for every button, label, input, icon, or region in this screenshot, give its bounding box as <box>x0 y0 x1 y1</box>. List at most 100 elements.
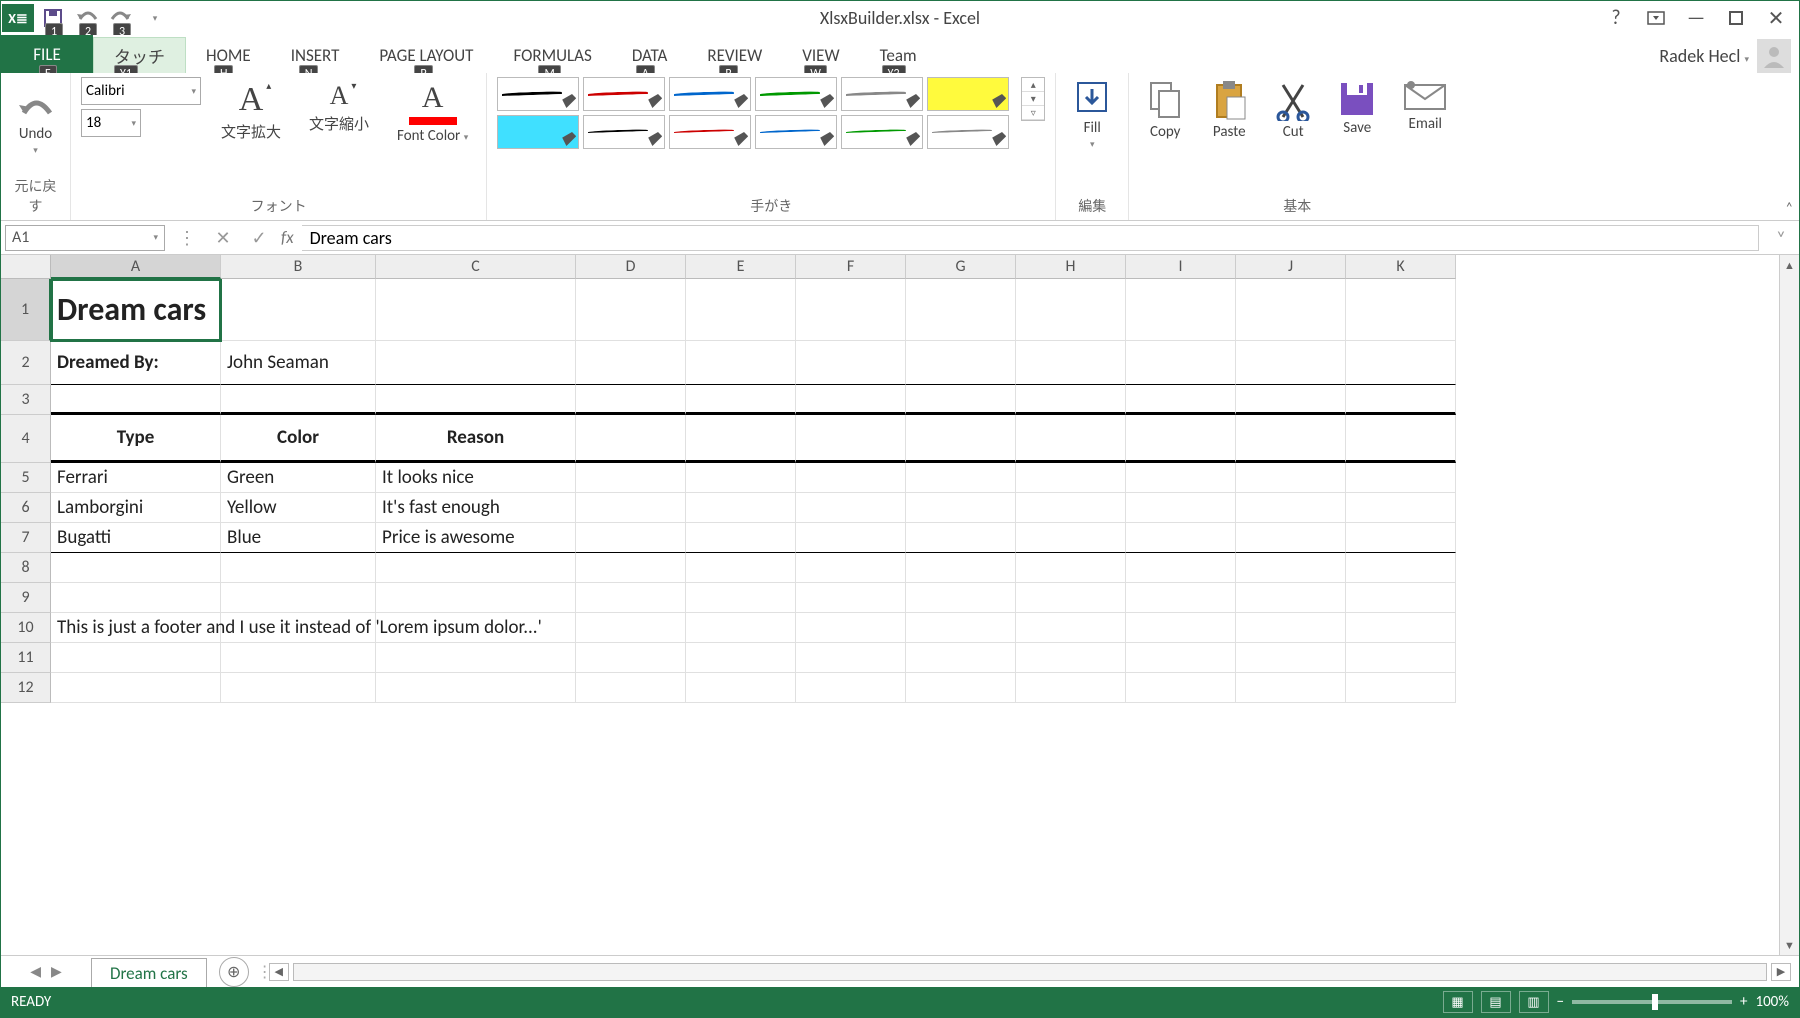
column-header-D[interactable]: D <box>576 255 686 279</box>
cell-A5[interactable]: Ferrari <box>51 463 221 493</box>
cell[interactable] <box>1236 279 1346 341</box>
cell[interactable] <box>1016 493 1126 523</box>
tab-insert[interactable]: INSERT N <box>271 37 360 73</box>
cell[interactable] <box>576 673 686 703</box>
cell[interactable] <box>1236 613 1346 643</box>
cell[interactable] <box>796 673 906 703</box>
cell[interactable] <box>686 279 796 341</box>
cell[interactable] <box>1126 493 1236 523</box>
cell[interactable] <box>686 341 796 385</box>
row-header-4[interactable]: 4 <box>1 415 51 463</box>
cell[interactable] <box>221 385 376 415</box>
cell[interactable] <box>221 553 376 583</box>
column-header-C[interactable]: C <box>376 255 576 279</box>
cell[interactable] <box>576 523 686 553</box>
column-header-E[interactable]: E <box>686 255 796 279</box>
font-size-combobox[interactable]: 18▾ <box>81 109 141 137</box>
cell-A4[interactable]: Type <box>51 415 221 463</box>
cell[interactable] <box>796 415 906 463</box>
row-header-3[interactable]: 3 <box>1 385 51 415</box>
fill-button[interactable]: Fill ▾ <box>1066 77 1118 154</box>
sheet-tab-dream-cars[interactable]: Dream cars <box>91 958 207 988</box>
cancel-edit-button[interactable]: ✕ <box>209 227 237 249</box>
tab-split[interactable]: ⋮ <box>257 962 265 982</box>
cell[interactable] <box>796 643 906 673</box>
highlighter-yellow[interactable] <box>927 77 1009 111</box>
cell-C6[interactable]: It's fast enough <box>376 493 576 523</box>
cell[interactable] <box>906 523 1016 553</box>
cell[interactable] <box>1346 341 1456 385</box>
cell[interactable] <box>1126 583 1236 613</box>
cell[interactable] <box>51 643 221 673</box>
cell[interactable] <box>906 673 1016 703</box>
cell-A7[interactable]: Bugatti <box>51 523 221 553</box>
cell[interactable] <box>376 553 576 583</box>
cell[interactable] <box>686 553 796 583</box>
highlighter-cyan[interactable] <box>497 115 579 149</box>
cell[interactable] <box>796 553 906 583</box>
qat-undo-button[interactable]: 2 <box>71 3 103 33</box>
cell[interactable] <box>1236 415 1346 463</box>
zoom-level[interactable]: 100% <box>1755 993 1789 1011</box>
cell-A2[interactable]: Dreamed By: <box>51 341 221 385</box>
cell[interactable] <box>1346 415 1456 463</box>
cell[interactable] <box>376 385 576 415</box>
tab-review[interactable]: REVIEW R <box>687 37 782 73</box>
cell-B2[interactable]: John Seaman <box>221 341 376 385</box>
row-header-10[interactable]: 10 <box>1 613 51 643</box>
tab-data[interactable]: DATA A <box>612 37 688 73</box>
cell[interactable] <box>1236 493 1346 523</box>
view-page-break-button[interactable]: ▥ <box>1519 991 1549 1013</box>
cell[interactable] <box>576 493 686 523</box>
cell[interactable] <box>1016 583 1126 613</box>
collapse-ribbon-button[interactable]: ˄ <box>1785 199 1793 216</box>
cell[interactable] <box>576 279 686 341</box>
tab-page-layout[interactable]: PAGE LAYOUT P <box>359 37 493 73</box>
cell[interactable] <box>796 279 906 341</box>
cell[interactable] <box>1346 279 1456 341</box>
maximize-button[interactable] <box>1721 3 1751 33</box>
cell[interactable] <box>1126 553 1236 583</box>
cell[interactable] <box>686 643 796 673</box>
cut-button[interactable]: Cut <box>1267 77 1319 145</box>
cell[interactable] <box>221 673 376 703</box>
confirm-edit-button[interactable]: ✓ <box>245 227 273 249</box>
select-all-button[interactable] <box>1 255 51 279</box>
pen-gallery[interactable] <box>497 77 1009 149</box>
tab-formulas[interactable]: FORMULAS M <box>493 37 611 73</box>
tab-team[interactable]: Team Y2 <box>860 37 937 73</box>
cell[interactable] <box>1236 523 1346 553</box>
column-header-H[interactable]: H <box>1016 255 1126 279</box>
scroll-down-button[interactable]: ▼ <box>1780 935 1799 955</box>
cell[interactable] <box>1126 613 1236 643</box>
cell[interactable] <box>576 385 686 415</box>
pen-gray[interactable] <box>841 77 923 111</box>
cell[interactable] <box>1236 583 1346 613</box>
pen-red-thin[interactable] <box>669 115 751 149</box>
ribbon-display-options-button[interactable] <box>1641 3 1671 33</box>
cell-B7[interactable]: Blue <box>221 523 376 553</box>
horizontal-scrollbar[interactable] <box>293 963 1767 981</box>
cell-B4[interactable]: Color <box>221 415 376 463</box>
cell[interactable] <box>51 673 221 703</box>
cell[interactable] <box>906 583 1016 613</box>
cell-B6[interactable]: Yellow <box>221 493 376 523</box>
cell[interactable] <box>376 583 576 613</box>
sheet-nav-next[interactable]: ▶ <box>51 963 62 980</box>
cell[interactable] <box>1346 673 1456 703</box>
column-header-F[interactable]: F <box>796 255 906 279</box>
cell-C5[interactable]: It looks nice <box>376 463 576 493</box>
cell[interactable] <box>686 385 796 415</box>
fx-label[interactable]: fx <box>281 227 294 248</box>
cell[interactable] <box>906 385 1016 415</box>
cell[interactable] <box>1236 673 1346 703</box>
cell[interactable] <box>1236 463 1346 493</box>
cell[interactable] <box>906 613 1016 643</box>
minimize-button[interactable]: — <box>1681 3 1711 33</box>
cell[interactable] <box>1016 385 1126 415</box>
cell[interactable] <box>906 341 1016 385</box>
column-header-I[interactable]: I <box>1126 255 1236 279</box>
cell[interactable] <box>221 613 376 643</box>
cell[interactable] <box>1126 341 1236 385</box>
cell[interactable] <box>1126 279 1236 341</box>
